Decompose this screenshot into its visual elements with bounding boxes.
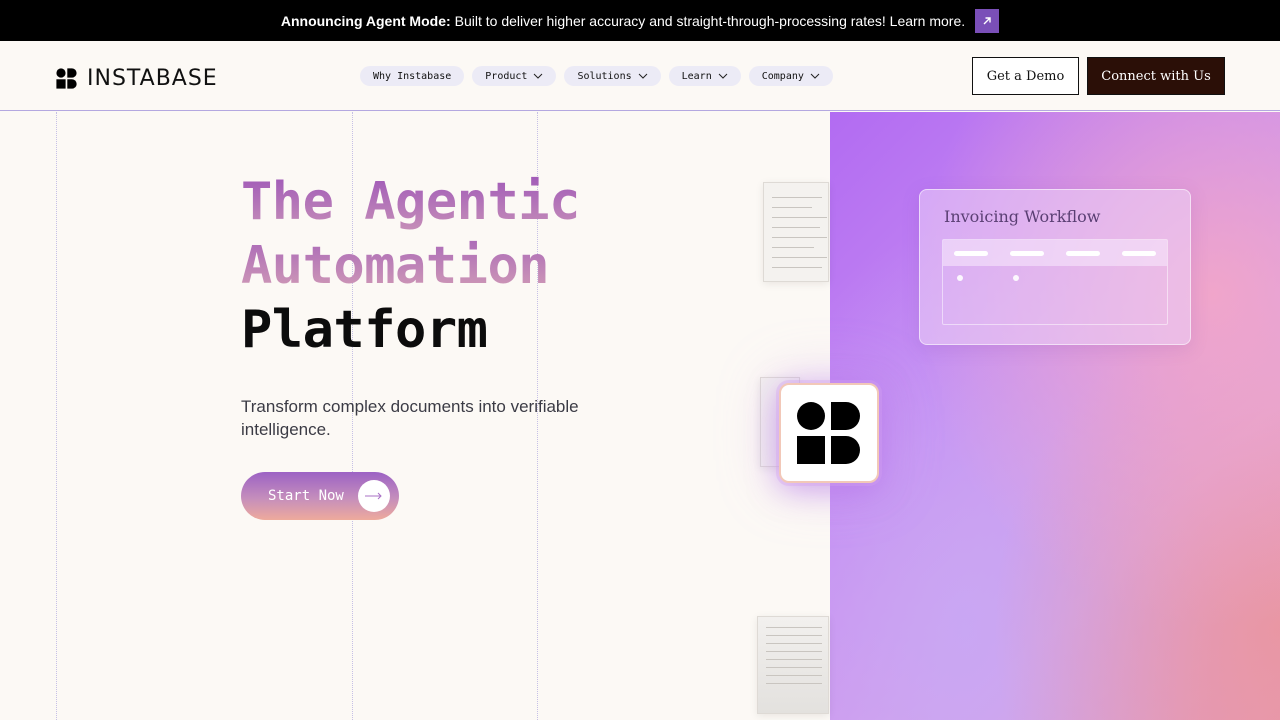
arrow-right-icon <box>358 480 390 512</box>
instabase-app-tile <box>779 383 879 483</box>
document-thumbnail <box>757 616 829 714</box>
arrow-up-right-icon <box>983 16 991 24</box>
nav-item-label: Learn <box>681 70 712 82</box>
hero-title-line-3: Platform <box>241 300 488 360</box>
guide-line <box>56 112 57 720</box>
hero-title-line-1: The Agentic <box>241 172 580 232</box>
table-cell-placeholder <box>957 275 963 281</box>
nav-item-company[interactable]: Company <box>748 66 833 86</box>
announcement-text[interactable]: Built to deliver higher accuracy and str… <box>455 13 965 29</box>
hero-title: The Agentic Automation Platform <box>241 170 580 362</box>
hero-title-line-2: Automation <box>241 234 580 298</box>
get-demo-button[interactable]: Get a Demo <box>972 57 1079 95</box>
workflow-table <box>942 239 1168 325</box>
main-nav: Why Instabase Product Solutions Learn Co… <box>360 66 833 86</box>
nav-item-why-instabase[interactable]: Why Instabase <box>360 66 465 86</box>
hero-subtitle: Transform complex documents into verifia… <box>241 397 579 439</box>
brand-logo[interactable]: INSTABASE <box>56 66 218 91</box>
instabase-logo-icon <box>56 68 77 89</box>
brand-name: INSTABASE <box>87 66 218 91</box>
chevron-down-icon <box>638 73 647 79</box>
invoicing-workflow-card: Invoicing Workflow <box>919 189 1191 345</box>
nav-item-label: Why Instabase <box>373 70 452 82</box>
chevron-down-icon <box>718 73 728 79</box>
announcement-bold: Announcing Agent Mode: <box>280 12 451 29</box>
workflow-table-header <box>943 240 1167 266</box>
nav-item-label: Solutions <box>577 70 632 82</box>
announcement-bar: Announcing Agent Mode: Built to deliver … <box>0 0 1280 41</box>
chevron-down-icon <box>534 73 543 79</box>
document-thumbnail <box>763 182 829 282</box>
nav-item-label: Company <box>761 70 804 82</box>
nav-item-label: Product <box>485 70 528 82</box>
workflow-title: Invoicing Workflow <box>944 207 1101 226</box>
instabase-logo-icon <box>797 402 860 464</box>
connect-button[interactable]: Connect with Us <box>1087 57 1225 95</box>
announcement-link-button[interactable] <box>975 8 1000 33</box>
chevron-down-icon <box>810 73 820 79</box>
start-now-button[interactable]: Start Now <box>241 472 399 520</box>
table-cell-placeholder <box>1013 275 1019 281</box>
nav-item-product[interactable]: Product <box>472 66 557 86</box>
site-header: INSTABASE Why Instabase Product Solution… <box>0 41 1280 111</box>
nav-item-learn[interactable]: Learn <box>668 66 741 86</box>
nav-item-solutions[interactable]: Solutions <box>564 66 661 86</box>
start-now-label: Start Now <box>268 488 344 504</box>
